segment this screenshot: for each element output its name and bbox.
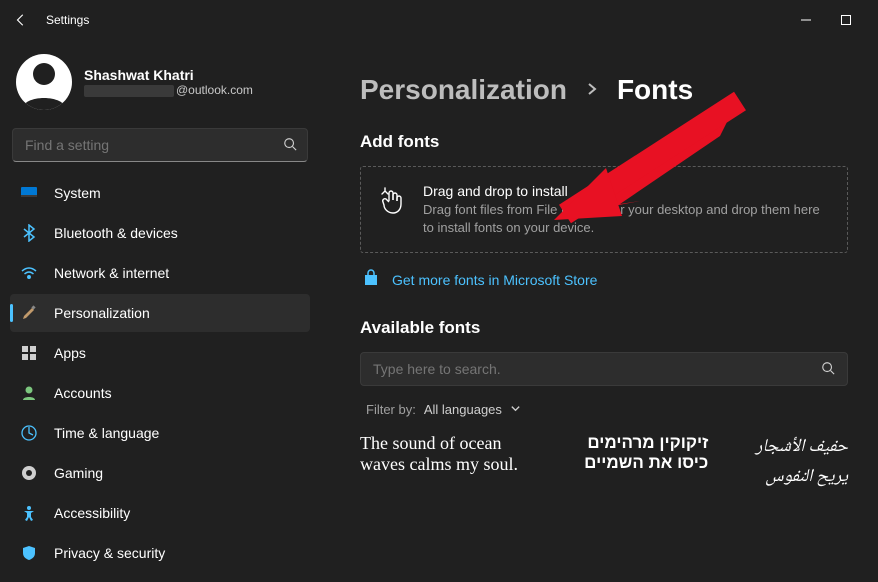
user-name: Shashwat Khatri	[84, 67, 253, 83]
nav-label: Network & internet	[54, 265, 169, 281]
search-icon	[821, 361, 835, 378]
nav-personalization[interactable]: Personalization	[10, 294, 310, 332]
window-controls	[800, 14, 864, 26]
font-drop-zone[interactable]: Drag and drop to install Drag font files…	[360, 166, 848, 253]
main-content: Personalization Fonts Add fonts Drag and…	[320, 40, 878, 582]
nav-apps[interactable]: Apps	[10, 334, 310, 372]
nav-time-language[interactable]: Time & language	[10, 414, 310, 452]
settings-search[interactable]	[12, 128, 308, 162]
font-previews: The sound of ocean waves calms my soul. …	[360, 433, 848, 493]
drag-hand-icon	[379, 183, 407, 236]
app-title: Settings	[46, 13, 89, 27]
drop-subtitle: Drag font files from File Explorer or yo…	[423, 201, 831, 236]
gaming-icon	[20, 464, 38, 482]
font-preview-2[interactable]: זיקוקין מרהימים כיסו את השמיים	[569, 433, 708, 493]
nav-label: Time & language	[54, 425, 159, 441]
nav-label: Privacy & security	[54, 545, 165, 561]
breadcrumb: Personalization Fonts	[360, 74, 848, 106]
store-icon	[362, 269, 380, 290]
search-icon	[283, 137, 297, 154]
shield-icon	[20, 544, 38, 562]
sidebar: Shashwat Khatri @outlook.com System Blue…	[0, 40, 320, 582]
drop-title: Drag and drop to install	[423, 183, 831, 199]
bluetooth-icon	[20, 224, 38, 242]
nav-label: Gaming	[54, 465, 103, 481]
settings-search-input[interactable]	[25, 137, 283, 153]
nav-accounts[interactable]: Accounts	[10, 374, 310, 412]
font-search-input[interactable]	[373, 361, 821, 377]
ms-store-link[interactable]: Get more fonts in Microsoft Store	[392, 272, 597, 288]
titlebar: Settings	[0, 0, 878, 40]
chevron-down-icon	[510, 402, 521, 417]
maximize-button[interactable]	[840, 14, 852, 26]
filter-row[interactable]: Filter by: All languages	[360, 402, 848, 417]
nav-gaming[interactable]: Gaming	[10, 454, 310, 492]
font-preview-3[interactable]: حفيف الأشجار يريح النفوس	[748, 433, 848, 493]
accessibility-icon	[20, 504, 38, 522]
apps-icon	[20, 344, 38, 362]
font-search[interactable]	[360, 352, 848, 386]
avatar	[16, 54, 72, 110]
wifi-icon	[20, 264, 38, 282]
nav-label: Accessibility	[54, 505, 130, 521]
nav-label: Accounts	[54, 385, 112, 401]
nav-label: System	[54, 185, 101, 201]
font-preview-1[interactable]: The sound of ocean waves calms my soul.	[360, 433, 529, 493]
nav: System Bluetooth & devices Network & int…	[10, 174, 310, 572]
nav-privacy[interactable]: Privacy & security	[10, 534, 310, 572]
minimize-button[interactable]	[800, 14, 812, 26]
nav-label: Apps	[54, 345, 86, 361]
chevron-right-icon	[585, 82, 599, 99]
nav-network[interactable]: Network & internet	[10, 254, 310, 292]
store-link-row: Get more fonts in Microsoft Store	[360, 269, 848, 290]
filter-label: Filter by:	[366, 402, 416, 417]
person-icon	[20, 384, 38, 402]
filter-value: All languages	[424, 402, 502, 417]
breadcrumb-parent[interactable]: Personalization	[360, 74, 567, 106]
back-button[interactable]	[14, 13, 28, 27]
globe-clock-icon	[20, 424, 38, 442]
brush-icon	[20, 304, 38, 322]
nav-label: Personalization	[54, 305, 150, 321]
nav-bluetooth[interactable]: Bluetooth & devices	[10, 214, 310, 252]
breadcrumb-current: Fonts	[617, 74, 693, 106]
system-icon	[20, 184, 38, 202]
user-email: @outlook.com	[84, 83, 253, 97]
nav-system[interactable]: System	[10, 174, 310, 212]
nav-accessibility[interactable]: Accessibility	[10, 494, 310, 532]
user-profile[interactable]: Shashwat Khatri @outlook.com	[10, 46, 310, 128]
available-fonts-heading: Available fonts	[360, 318, 848, 338]
add-fonts-heading: Add fonts	[360, 132, 848, 152]
nav-label: Bluetooth & devices	[54, 225, 178, 241]
